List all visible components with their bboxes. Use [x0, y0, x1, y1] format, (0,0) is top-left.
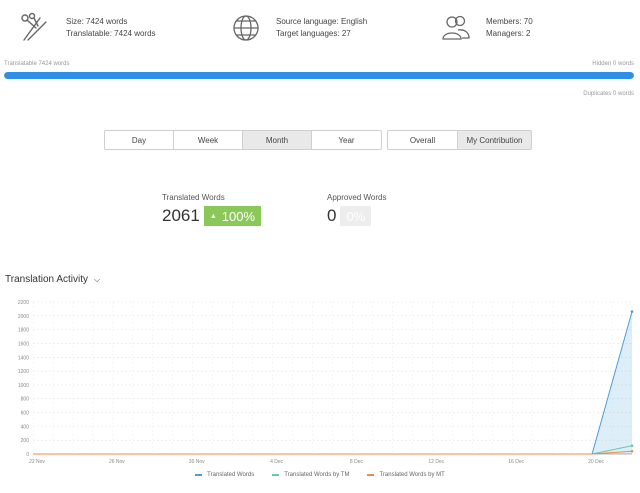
tab-week[interactable]: Week: [174, 131, 243, 149]
y-tick-label: 1600: [18, 341, 29, 347]
translatable-text: Translatable: 7424 words: [66, 29, 156, 38]
x-tick-label: 20 Dec: [588, 459, 604, 465]
size-text: Size: 7424 words: [66, 17, 128, 26]
x-tick-label: 30 Nov: [189, 459, 205, 465]
y-tick-label: 800: [21, 397, 30, 403]
tab-my-contribution[interactable]: My Contribution: [458, 131, 531, 149]
chevron-down-icon: ⌵: [94, 274, 101, 284]
managers-text: Managers: 2: [486, 29, 531, 38]
globe-icon: [233, 15, 259, 41]
x-tick-label: 12 Dec: [428, 459, 444, 465]
y-tick-label: 1400: [18, 355, 29, 361]
legend-item-translated-by-tm[interactable]: Translated Words by TM: [272, 472, 349, 478]
x-tick-label: 4 Dec: [270, 459, 284, 465]
translated-words-label: Translated Words: [162, 193, 225, 202]
duplicates-label: Duplicates 0 words: [583, 91, 634, 97]
approved-change-badge: 0%: [340, 206, 372, 226]
section-title: Translation Activity: [5, 274, 88, 285]
translated-change-badge: ▲ 100%: [203, 206, 262, 226]
x-tick-label: 26 Nov: [109, 459, 125, 465]
series-point: [630, 444, 634, 448]
legend-swatch: [195, 474, 203, 476]
y-tick-label: 1200: [18, 369, 29, 375]
period-tabs: Day Week Month Year: [104, 130, 382, 150]
translatable-words-label: Translatable 7424 words: [4, 61, 70, 67]
approved-change-value: 0%: [346, 208, 366, 224]
chart-legend: Translated Words Translated Words by TM …: [0, 472, 640, 478]
x-tick-label: 16 Dec: [508, 459, 524, 465]
approved-words-value: 0: [327, 206, 337, 225]
hidden-words-label: Hidden 0 words: [592, 61, 634, 67]
translation-activity-chart: 0 200 400 600 800 1000 1200 1400 1600 1800 2000 220…: [18, 300, 634, 465]
y-tick-label: 1800: [18, 328, 29, 334]
tab-day[interactable]: Day: [105, 131, 174, 149]
legend-swatch: [272, 474, 280, 476]
users-icon: [442, 15, 470, 40]
y-tick-label: 200: [21, 438, 30, 444]
members-text: Members: 70: [486, 17, 533, 26]
tab-overall[interactable]: Overall: [388, 131, 458, 149]
x-tick-label: 22 Nov: [29, 459, 45, 465]
source-language-text: Source language: English: [276, 17, 368, 26]
translated-words-metric: Translated Words 2061 ▲ 100%: [162, 193, 262, 226]
y-tick-label: 2200: [18, 300, 29, 306]
legend-label: Translated Words by TM: [284, 472, 350, 478]
scissors-icon: [21, 12, 47, 41]
project-size-stat: Size: 7424 words Translatable: 7424 word…: [20, 12, 156, 44]
y-tick-label: 1000: [18, 383, 29, 389]
legend-label: Translated Words: [207, 472, 255, 478]
y-tick-label: 2000: [18, 314, 29, 320]
y-tick-label: 400: [21, 424, 30, 430]
arrow-up-icon: ▲: [209, 212, 217, 220]
target-languages-text: Target languages: 27: [276, 29, 351, 38]
legend-item-translated-by-mt[interactable]: Translated Words by MT: [367, 472, 445, 478]
members-stat: Members: 70 Managers: 2: [440, 12, 533, 44]
series-point: [630, 449, 634, 453]
y-tick-label: 600: [21, 411, 30, 417]
tab-month[interactable]: Month: [243, 131, 312, 149]
scope-tabs: Overall My Contribution: [387, 130, 532, 150]
language-stat: Source language: English Target language…: [230, 12, 367, 44]
legend-label: Translated Words by MT: [379, 472, 445, 478]
progress-fill: [4, 72, 634, 79]
progress-labels: Translatable 7424 words Hidden 0 words: [4, 61, 634, 67]
legend-swatch: [367, 474, 375, 476]
x-tick-label: 8 Dec: [350, 459, 364, 465]
series-point: [630, 310, 634, 313]
approved-words-metric: Approved Words 0 0%: [327, 193, 386, 226]
translation-activity-toggle[interactable]: Translation Activity ⌵: [5, 274, 100, 285]
legend-item-translated-words[interactable]: Translated Words: [195, 472, 254, 478]
y-tick-label: 0: [26, 452, 29, 458]
tab-year[interactable]: Year: [312, 131, 381, 149]
translation-progress-bar: [4, 72, 634, 79]
translated-change-value: 100%: [221, 208, 256, 224]
approved-words-label: Approved Words: [327, 193, 387, 202]
translated-words-value: 2061: [162, 206, 200, 225]
